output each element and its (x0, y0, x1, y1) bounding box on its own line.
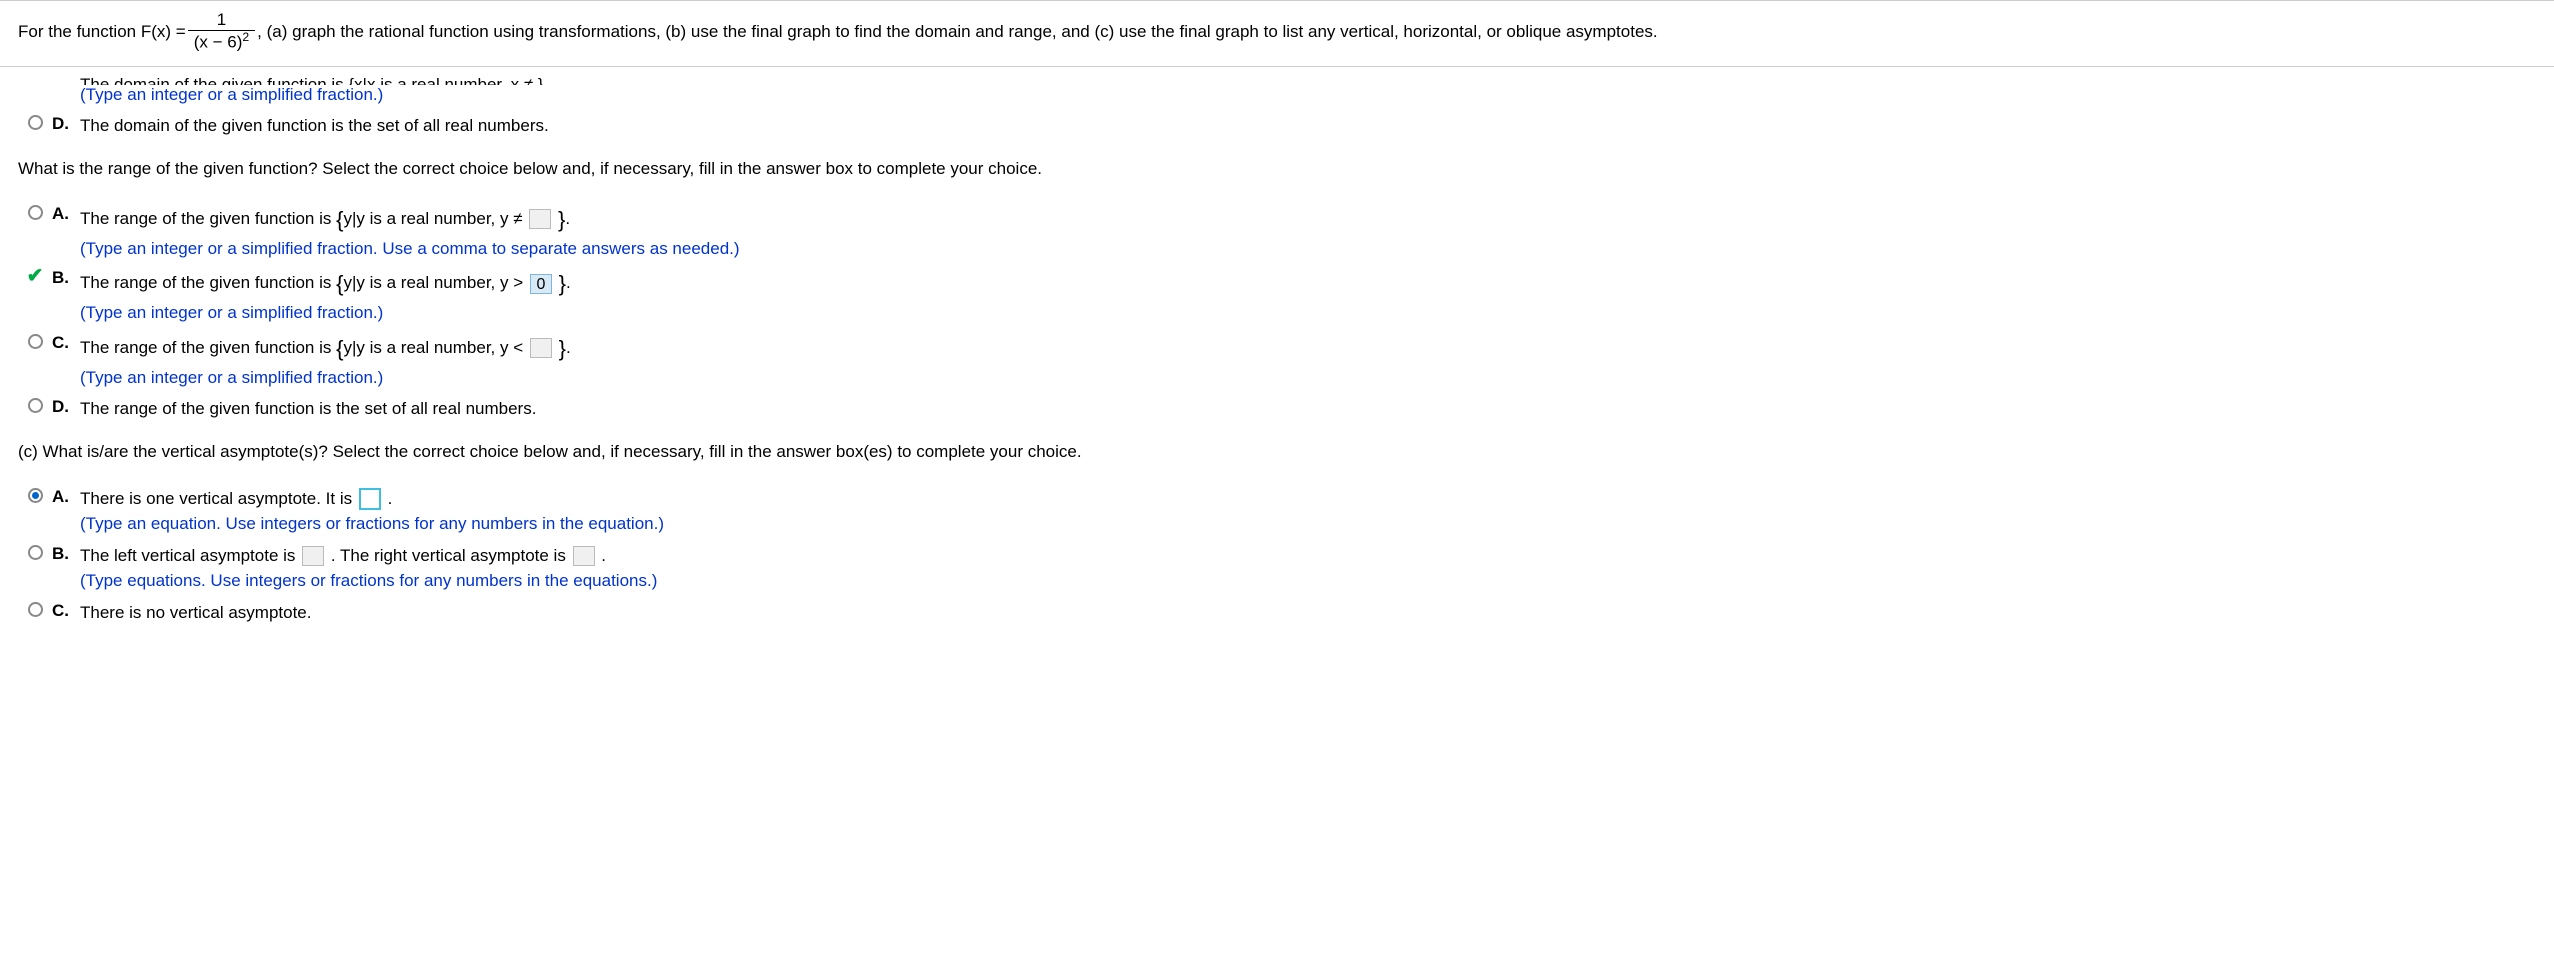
range-choice-c: C. The range of the given function is {y… (18, 332, 2536, 391)
choice-text: The range of the given function is {y|y … (80, 203, 2536, 262)
fraction: 1 (x − 6)2 (188, 11, 255, 52)
cutoff-row: The domain of the given function is {x|x… (80, 67, 2536, 85)
range-a-radio[interactable] (28, 205, 43, 220)
radio-col (18, 113, 52, 130)
range-c-radio[interactable] (28, 334, 43, 349)
choice-text: The range of the given function is the s… (80, 396, 2536, 422)
va-prompt: (c) What is/are the vertical asymptote(s… (18, 442, 2536, 462)
choice-letter: C. (52, 332, 80, 353)
domain-choice-d: D. The domain of the given function is t… (18, 113, 2536, 139)
choice-text: There is one vertical asymptote. It is .… (80, 486, 2536, 537)
choice-hint: (Type an integer or a simplified fractio… (80, 368, 383, 387)
range-choice-a: A. The range of the given function is {y… (18, 203, 2536, 262)
va-b-input-right[interactable] (573, 546, 595, 566)
range-choice-b: ✔ B. The range of the given function is … (18, 267, 2536, 326)
choice-text: The range of the given function is {y|y … (80, 332, 2536, 391)
va-c-radio[interactable] (28, 602, 43, 617)
choice-text: There is no vertical asymptote. (80, 600, 2536, 626)
choice-letter: C. (52, 600, 80, 621)
range-b-input[interactable]: 0 (530, 274, 552, 294)
choice-letter: D. (52, 113, 80, 134)
choice-hint: (Type an integer or a simplified fractio… (80, 303, 383, 322)
va-choice-c: C. There is no vertical asymptote. (18, 600, 2536, 626)
numerator: 1 (211, 11, 232, 30)
va-b-radio[interactable] (28, 545, 43, 560)
choice-letter: B. (52, 267, 80, 288)
header-suffix: , (a) graph the rational function using … (257, 22, 1657, 42)
choice-letter: A. (52, 203, 80, 224)
va-choice-a: A. There is one vertical asymptote. It i… (18, 486, 2536, 537)
range-prompt: What is the range of the given function?… (18, 159, 2536, 179)
correct-check-icon: ✔ (27, 269, 44, 284)
denominator: (x − 6)2 (188, 30, 255, 52)
choice-letter: B. (52, 543, 80, 564)
question-header: For the function F(x) = 1 (x − 6)2 , (a)… (0, 0, 2554, 67)
range-c-input[interactable] (530, 338, 552, 358)
va-a-radio[interactable] (28, 488, 43, 503)
choice-text: The range of the given function is {y|y … (80, 267, 2536, 326)
range-choice-d: D. The range of the given function is th… (18, 396, 2536, 422)
choice-text: The domain of the given function is the … (80, 113, 2536, 139)
content-area: The domain of the given function is {x|x… (0, 67, 2554, 649)
choice-hint: (Type an equation. Use integers or fract… (80, 514, 664, 533)
choice-hint: (Type equations. Use integers or fractio… (80, 571, 657, 590)
header-prefix: For the function F(x) = (18, 22, 186, 42)
choice-hint: (Type an integer or a simplified fractio… (80, 239, 740, 258)
choice-letter: D. (52, 396, 80, 417)
choice-letter: A. (52, 486, 80, 507)
choice-text: The left vertical asymptote is . The rig… (80, 543, 2536, 594)
cutoff-hint: (Type an integer or a simplified fractio… (80, 85, 2536, 105)
range-d-radio[interactable] (28, 398, 43, 413)
va-choice-b: B. The left vertical asymptote is . The … (18, 543, 2536, 594)
range-a-input[interactable] (529, 209, 551, 229)
va-b-input-left[interactable] (302, 546, 324, 566)
domain-d-radio[interactable] (28, 115, 43, 130)
va-a-input[interactable] (359, 488, 381, 510)
